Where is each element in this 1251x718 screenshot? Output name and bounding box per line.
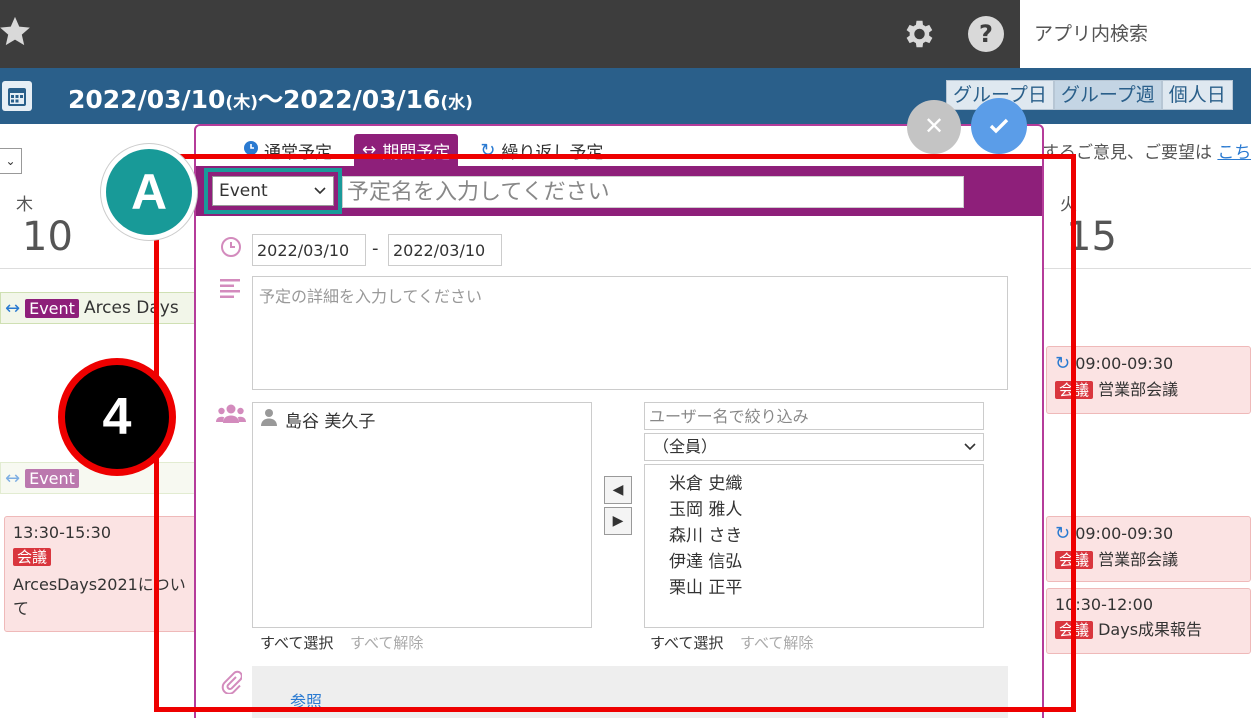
top-bar: ? <box>0 0 1251 68</box>
display-select[interactable]: ⌄ <box>0 148 22 174</box>
meeting-card[interactable]: ↻ 09:00-09:30 会議 営業部会議 <box>1046 346 1251 414</box>
range-start: 2022/03/10 <box>68 85 226 114</box>
range-end: 2022/03/16 <box>282 85 441 114</box>
period-arrow-icon: ↔ <box>5 297 21 319</box>
tab-personal-day[interactable]: 個人日 <box>1161 80 1233 110</box>
meeting-title: Days成果報告 <box>1098 620 1203 639</box>
range-separator: ～ <box>257 85 283 114</box>
date-range: 2022/03/10(木)～2022/03/16(水) <box>68 80 473 116</box>
annotation-step-badge: 4 <box>58 358 176 476</box>
period-arrow-icon: ↔ <box>5 467 21 489</box>
tab-group-week[interactable]: グループ週 <box>1053 80 1162 110</box>
day1-number[interactable]: 10 <box>22 214 73 260</box>
meeting-time: 10:30-12:00 <box>1055 595 1153 614</box>
calendar-icon[interactable] <box>2 81 32 111</box>
range-start-dow: (木) <box>225 93 258 113</box>
gear-icon[interactable] <box>900 16 936 56</box>
meeting-card[interactable]: 10:30-12:00 会議 Days成果報告 <box>1046 588 1251 654</box>
event-tag: Event <box>25 298 79 318</box>
star-icon[interactable] <box>0 14 32 52</box>
annotation-highlight-box <box>154 154 1076 712</box>
confirm-button[interactable] <box>971 98 1027 154</box>
event-tag: Event <box>25 468 79 488</box>
annotation-badge-a: A <box>101 144 197 240</box>
close-button[interactable]: ✕ <box>907 100 961 154</box>
range-end-dow: (水) <box>440 93 473 113</box>
check-icon <box>989 118 1009 134</box>
meeting-card[interactable]: ↻ 09:00-09:30 会議 営業部会議 <box>1046 516 1251 582</box>
feedback-link[interactable]: こち <box>1217 143 1251 163</box>
meeting-title: 営業部会議 <box>1098 550 1179 569</box>
day1-dow: 木 <box>16 195 33 215</box>
app-search-input[interactable] <box>1020 0 1251 68</box>
meeting-title: 営業部会議 <box>1098 380 1179 399</box>
help-icon[interactable]: ? <box>968 16 1004 52</box>
meeting-tag: 会議 <box>13 548 52 566</box>
